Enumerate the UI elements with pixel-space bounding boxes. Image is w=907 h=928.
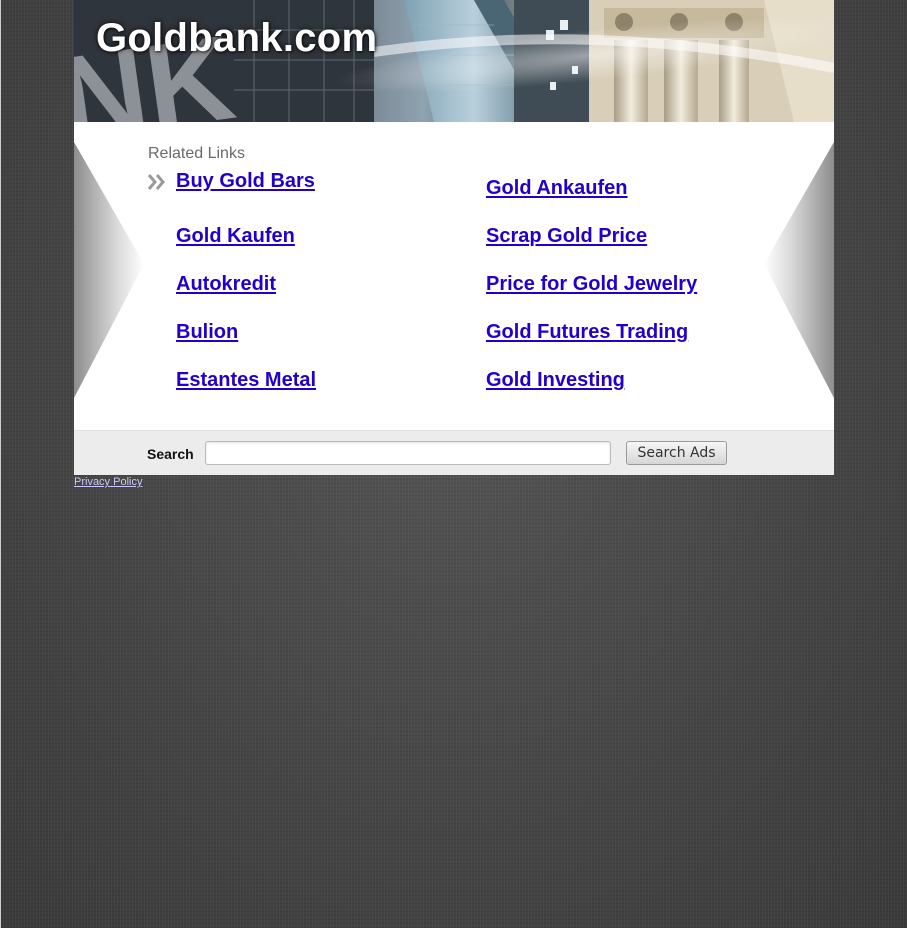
right-decoration [764,142,834,398]
related-link[interactable]: Autokredit [176,273,276,296]
page-left-border [0,0,1,928]
related-link[interactable]: Price for Gold Jewelry [486,273,697,296]
site-title[interactable]: Goldbank.com [96,16,377,61]
left-decoration [74,142,144,398]
page-container: NK Goldbank.com Related Links Buy Gold B… [74,0,834,488]
privacy-policy-link[interactable]: Privacy Policy [74,476,142,488]
related-links-panel: Related Links Buy Gold Bars Gold Kaufen … [74,122,834,430]
search-ads-button[interactable]: Search Ads [626,441,727,465]
search-bar: Search Search Ads [74,430,834,475]
search-label: Search [147,446,194,462]
related-link[interactable]: Gold Ankaufen [486,177,627,200]
related-links-heading: Related Links [148,145,245,162]
related-link[interactable]: Buy Gold Bars [176,170,315,193]
related-link[interactable]: Scrap Gold Price [486,225,647,248]
related-link[interactable]: Estantes Metal [176,369,316,392]
related-link[interactable]: Gold Futures Trading [486,321,688,344]
related-link[interactable]: Bulion [176,321,238,344]
related-link[interactable]: Gold Investing [486,369,625,392]
search-input[interactable] [205,441,611,465]
header-banner: NK Goldbank.com [74,0,834,122]
double-chevron-right-icon [147,174,165,190]
related-link[interactable]: Gold Kaufen [176,225,295,248]
